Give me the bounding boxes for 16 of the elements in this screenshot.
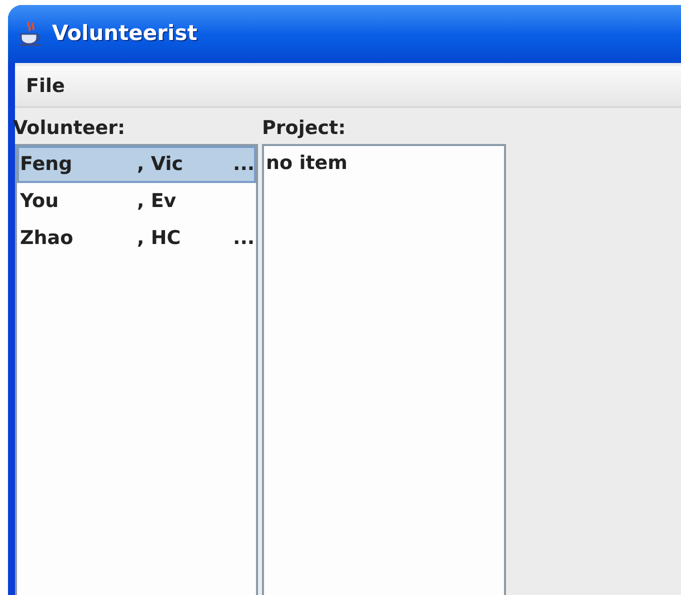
first-name: , Ev <box>137 189 176 214</box>
volunteer-item[interactable]: You , Ev <box>17 183 256 220</box>
coffee-cup-icon <box>18 20 44 48</box>
window-title: Volunteerist <box>52 20 198 48</box>
last-name: Zhao <box>20 226 74 252</box>
menu-item[interactable]: File <box>21 72 70 100</box>
overflow-ellipsis: ... <box>233 226 255 252</box>
volunteer-item[interactable]: Zhao , HC ... <box>17 220 256 257</box>
last-name: Feng <box>20 152 72 178</box>
last-name: You <box>20 189 59 214</box>
list-label: Project: <box>262 116 347 141</box>
first-name: , Vic <box>137 152 183 178</box>
volunteer-item[interactable]: Feng , Vic ... <box>17 146 256 183</box>
overflow-ellipsis: ... <box>233 152 255 178</box>
first-name: , HC <box>137 226 181 252</box>
project-item[interactable]: no item <box>264 146 504 181</box>
